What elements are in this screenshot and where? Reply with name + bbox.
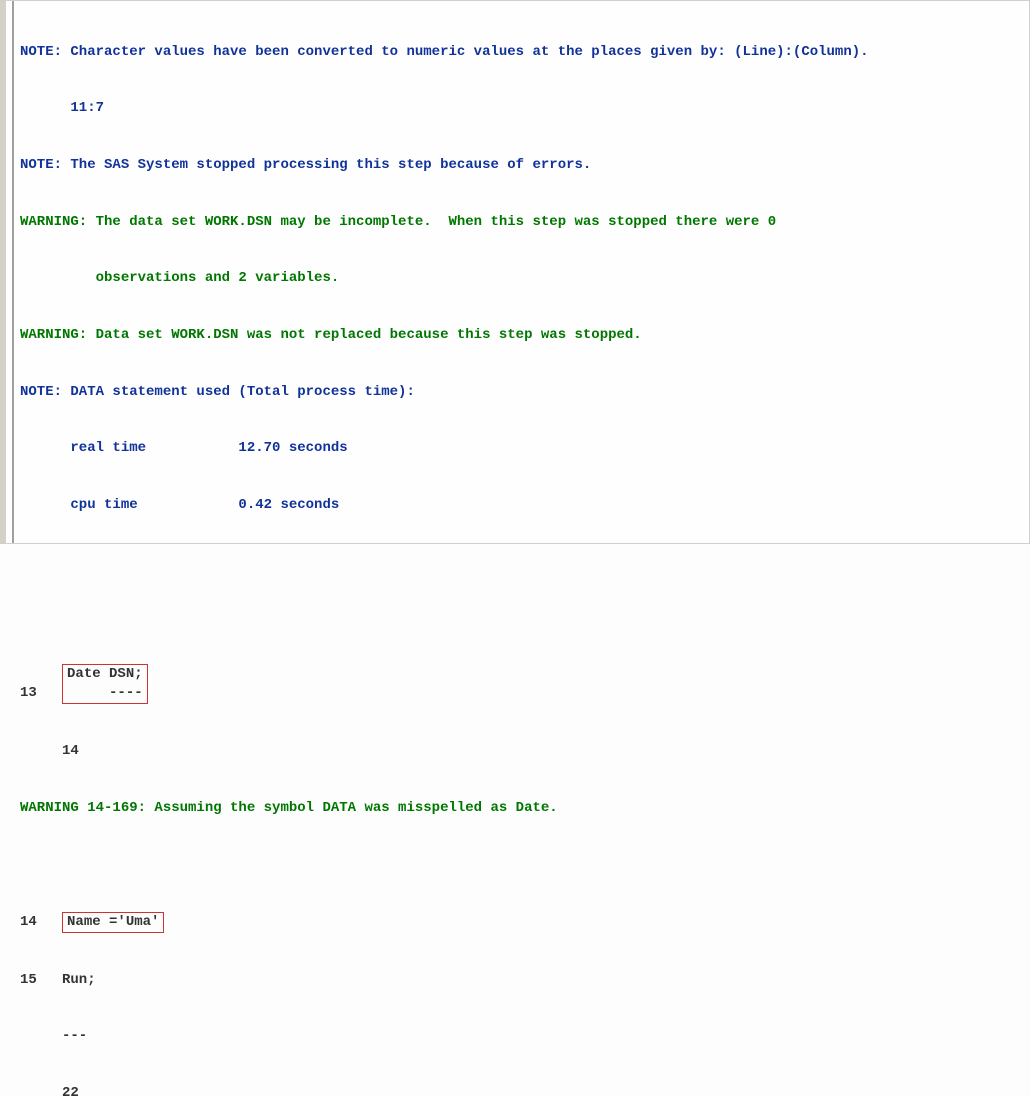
line-13-num: 13 [20, 685, 62, 701]
note-real-time: real time 12.70 seconds [20, 439, 1021, 458]
line-14-num: 14 [20, 914, 62, 930]
line-15-marker: 22 [20, 1084, 1021, 1096]
left-gutter [12, 1, 14, 543]
note-conversion: NOTE: Character values have been convert… [20, 43, 1021, 62]
blank-spacer [20, 572, 1021, 608]
line-13-code: Date DSN; [67, 666, 143, 682]
warning-incomplete-b: observations and 2 variables. [20, 269, 1021, 288]
warning-misspelled: WARNING 14-169: Assuming the symbol DATA… [20, 799, 1021, 818]
note-stopped: NOTE: The SAS System stopped processing … [20, 156, 1021, 175]
line-14: 14 Name ='Uma' [20, 912, 1021, 933]
box-date-dsn: Date DSN; ---- [62, 664, 148, 704]
box-name-uma: Name ='Uma' [62, 912, 164, 933]
note-cpu-time: cpu time 0.42 seconds [20, 496, 1021, 515]
sas-log-output: NOTE: Character values have been convert… [6, 1, 1029, 1096]
warning-not-replaced: WARNING: Data set WORK.DSN was not repla… [20, 326, 1021, 345]
line-13: 13 Date DSN; ---- [20, 664, 1021, 704]
warning-incomplete-a: WARNING: The data set WORK.DSN may be in… [20, 213, 1021, 232]
line-15-dash: --- [20, 1027, 1021, 1046]
note-conversion-loc: 11:7 [20, 99, 1021, 118]
line-15: 15 Run; [20, 971, 1021, 990]
log-window-frame: NOTE: Character values have been convert… [0, 0, 1030, 544]
line-13-dash: ---- [67, 685, 143, 701]
blank-line [20, 855, 1021, 874]
note-timing-header: NOTE: DATA statement used (Total process… [20, 383, 1021, 402]
line-13-marker: 14 [20, 742, 1021, 761]
